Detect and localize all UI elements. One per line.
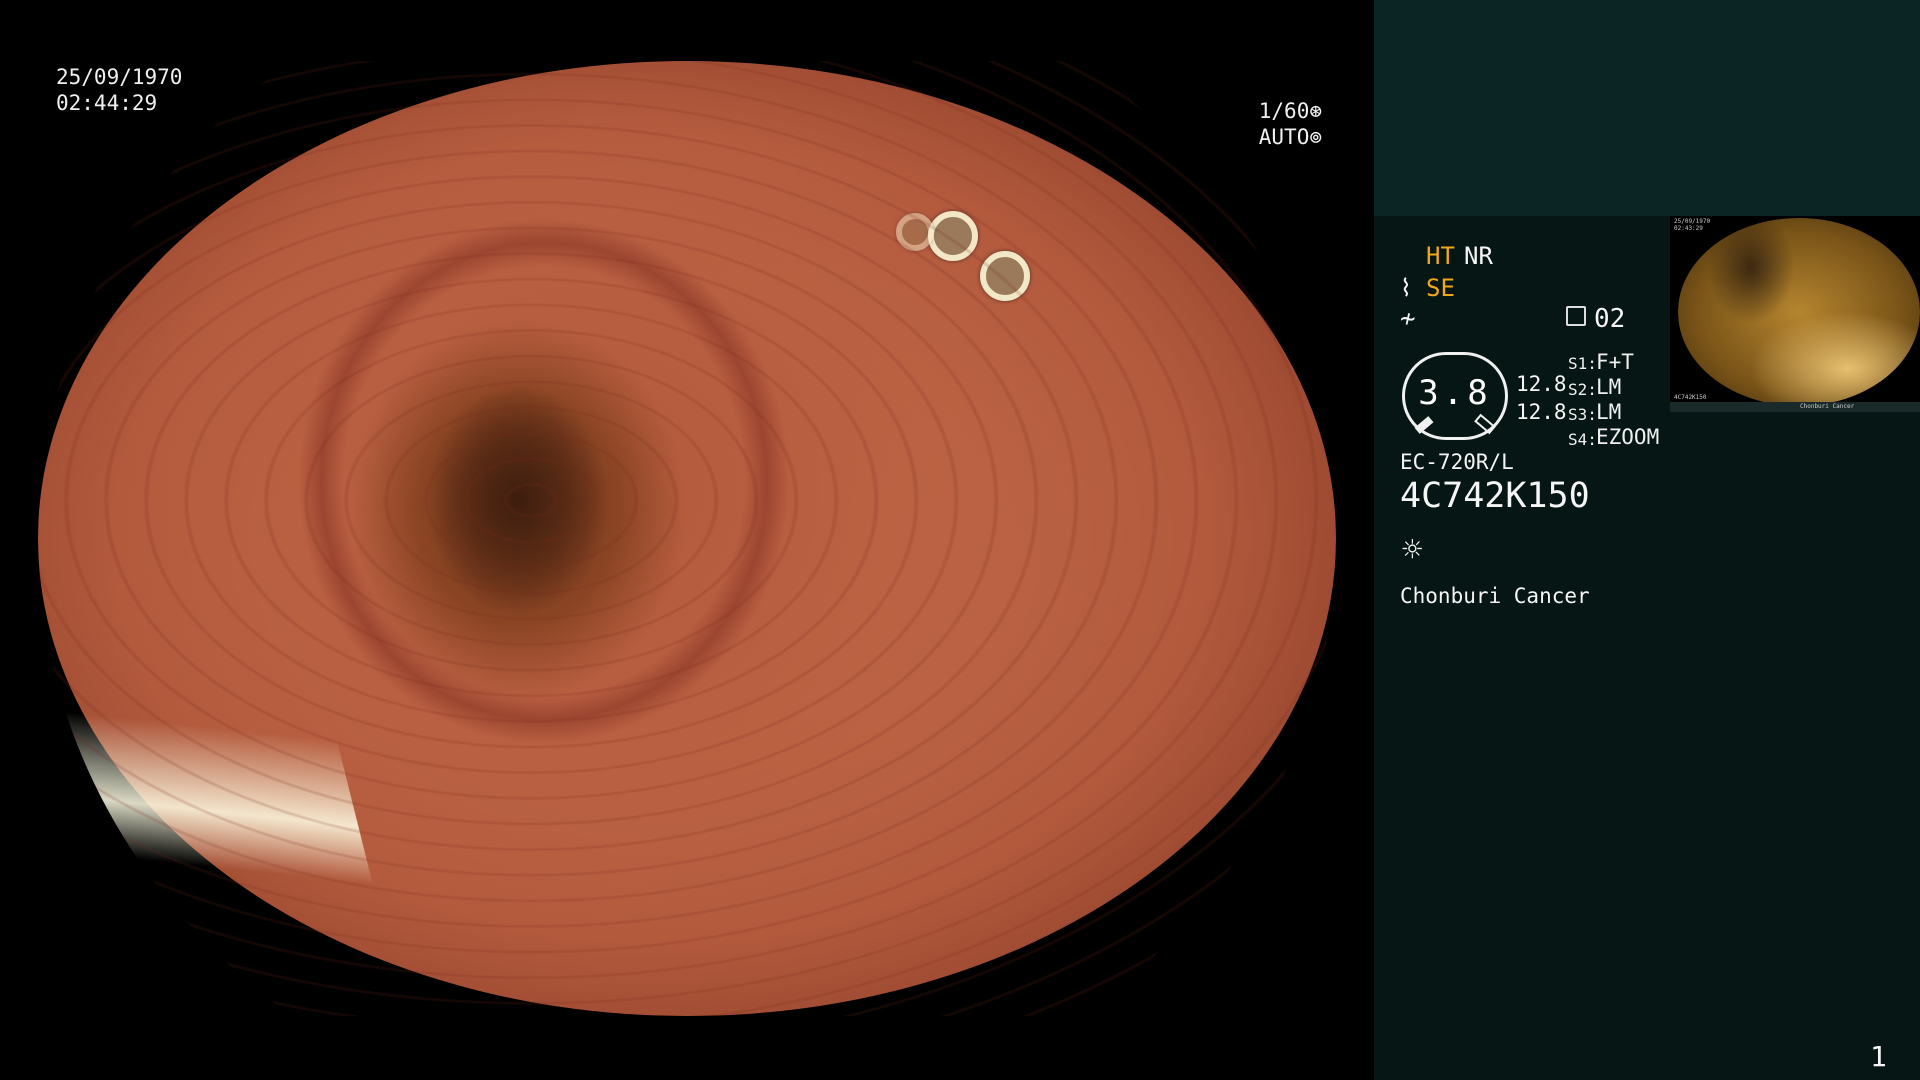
capture-thumbnail[interactable]: 25/09/1970 02:43:29 4C742K150 Chonburi C… xyxy=(1670,216,1920,412)
switch-label: S2: xyxy=(1568,380,1597,399)
gauge-value: 3.8 xyxy=(1418,373,1492,413)
info-panel: HT NR ⌇ SE ≁ 02 3.8 12.8 12.8 S1: F+T S2… xyxy=(1374,0,1920,1080)
page-number: 1 xyxy=(1870,1040,1887,1073)
scope-model: EC-720R/L xyxy=(1400,450,1514,474)
pressure-value-top: 12.8 xyxy=(1516,372,1567,396)
light-source-icon: ☼ xyxy=(1402,530,1423,570)
switch-label: S4: xyxy=(1568,430,1597,449)
endoscope-image xyxy=(38,61,1336,1080)
brightness-gauge: 3.8 xyxy=(1402,352,1508,440)
thumbnail-serial: 4C742K150 xyxy=(1674,394,1707,401)
exposure-overlay: 1/60⊛ AUTO⊚ xyxy=(1259,98,1322,150)
thumbnail-image xyxy=(1678,218,1920,406)
aperture-icon: ⊛ xyxy=(1309,99,1322,123)
record-icon xyxy=(1566,306,1586,326)
thumbnail-institution: Chonburi Cancer xyxy=(1800,403,1855,410)
scope-serial: 4C742K150 xyxy=(1400,476,1590,516)
air-bubble xyxy=(980,251,1030,301)
scope-mode-icon: ⌇ xyxy=(1400,274,1412,302)
air-bubble xyxy=(896,213,934,251)
date-time-overlay: 25/09/1970 02:44:29 xyxy=(56,64,182,116)
mode-nr: NR xyxy=(1464,242,1493,270)
exposure-mode: AUTO xyxy=(1258,125,1310,149)
mode-ht: HT xyxy=(1426,242,1455,270)
panel-header-area xyxy=(1374,0,1920,216)
gauge-needle-icon xyxy=(1414,416,1434,434)
light-glare xyxy=(41,566,415,1080)
thumbnail-date: 25/09/1970 xyxy=(1674,218,1711,225)
shutter-speed: 1/60 xyxy=(1258,99,1310,123)
record-count: 02 xyxy=(1594,304,1626,334)
switch-value: LM xyxy=(1596,375,1622,399)
switch-label: S1: xyxy=(1568,354,1597,373)
institution-name: Chonburi Cancer xyxy=(1400,584,1590,608)
endoscope-view: 25/09/1970 02:44:29 1/60⊛ AUTO⊚ xyxy=(0,0,1374,1080)
mode-se: SE xyxy=(1426,274,1455,302)
switch-value: LM xyxy=(1596,400,1622,424)
gauge-marker-icon xyxy=(1474,413,1496,435)
switch-value: F+T xyxy=(1596,350,1634,374)
thumbnail-time: 02:43:29 xyxy=(1674,225,1703,232)
pressure-value-bottom: 12.8 xyxy=(1516,400,1567,424)
freeze-icon: ≁ xyxy=(1400,304,1416,334)
switch-value: EZOOM xyxy=(1596,425,1660,449)
time-text: 02:44:29 xyxy=(56,91,158,115)
thumbnail-status-strip: Chonburi Cancer xyxy=(1670,402,1920,412)
iris-icon: ⊚ xyxy=(1309,125,1322,149)
air-bubble xyxy=(928,211,978,261)
date-text: 25/09/1970 xyxy=(56,65,183,89)
switch-label: S3: xyxy=(1568,405,1597,424)
